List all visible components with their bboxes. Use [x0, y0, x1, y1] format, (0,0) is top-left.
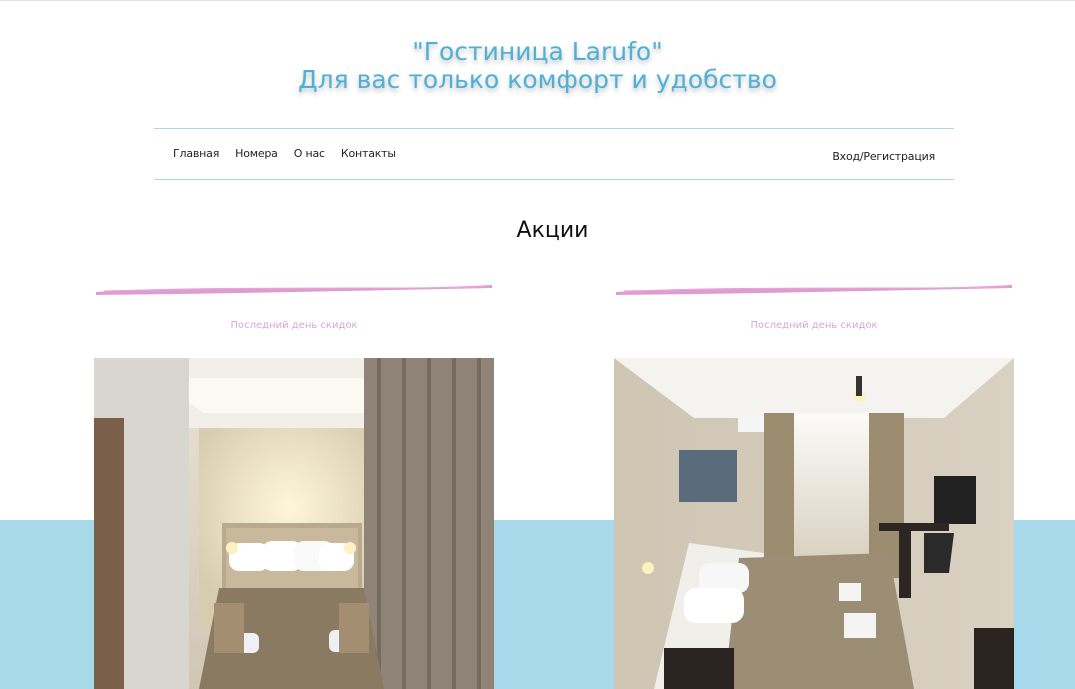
- nav-link-rooms[interactable]: Номера: [235, 147, 278, 160]
- promotions-title: Акции: [516, 218, 589, 243]
- nav-link-contacts[interactable]: Контакты: [341, 147, 396, 160]
- site-title-line2: Для вас только комфорт и удобство: [298, 65, 777, 94]
- site-title-line1: "Гостиница Larufo": [412, 37, 663, 66]
- nav-link-home[interactable]: Главная: [173, 147, 219, 160]
- login-register-link[interactable]: Вход/Регистрация: [832, 150, 935, 163]
- site-title: "Гостиница Larufo" Для вас только комфор…: [0, 38, 1075, 94]
- brush-stroke-divider: [616, 285, 1012, 295]
- promo-caption: Последний день скидок: [750, 320, 878, 331]
- brush-stroke-divider: [96, 285, 492, 295]
- top-divider: [0, 0, 1075, 1]
- main-nav: Главная Номера О нас Контакты Вход/Регис…: [154, 128, 954, 180]
- room-photo[interactable]: [614, 358, 1014, 689]
- nav-link-about[interactable]: О нас: [294, 147, 325, 160]
- promo-caption: Последний день скидок: [230, 320, 358, 331]
- nav-links: Главная Номера О нас Контакты: [173, 147, 396, 160]
- room-photo[interactable]: [94, 358, 494, 689]
